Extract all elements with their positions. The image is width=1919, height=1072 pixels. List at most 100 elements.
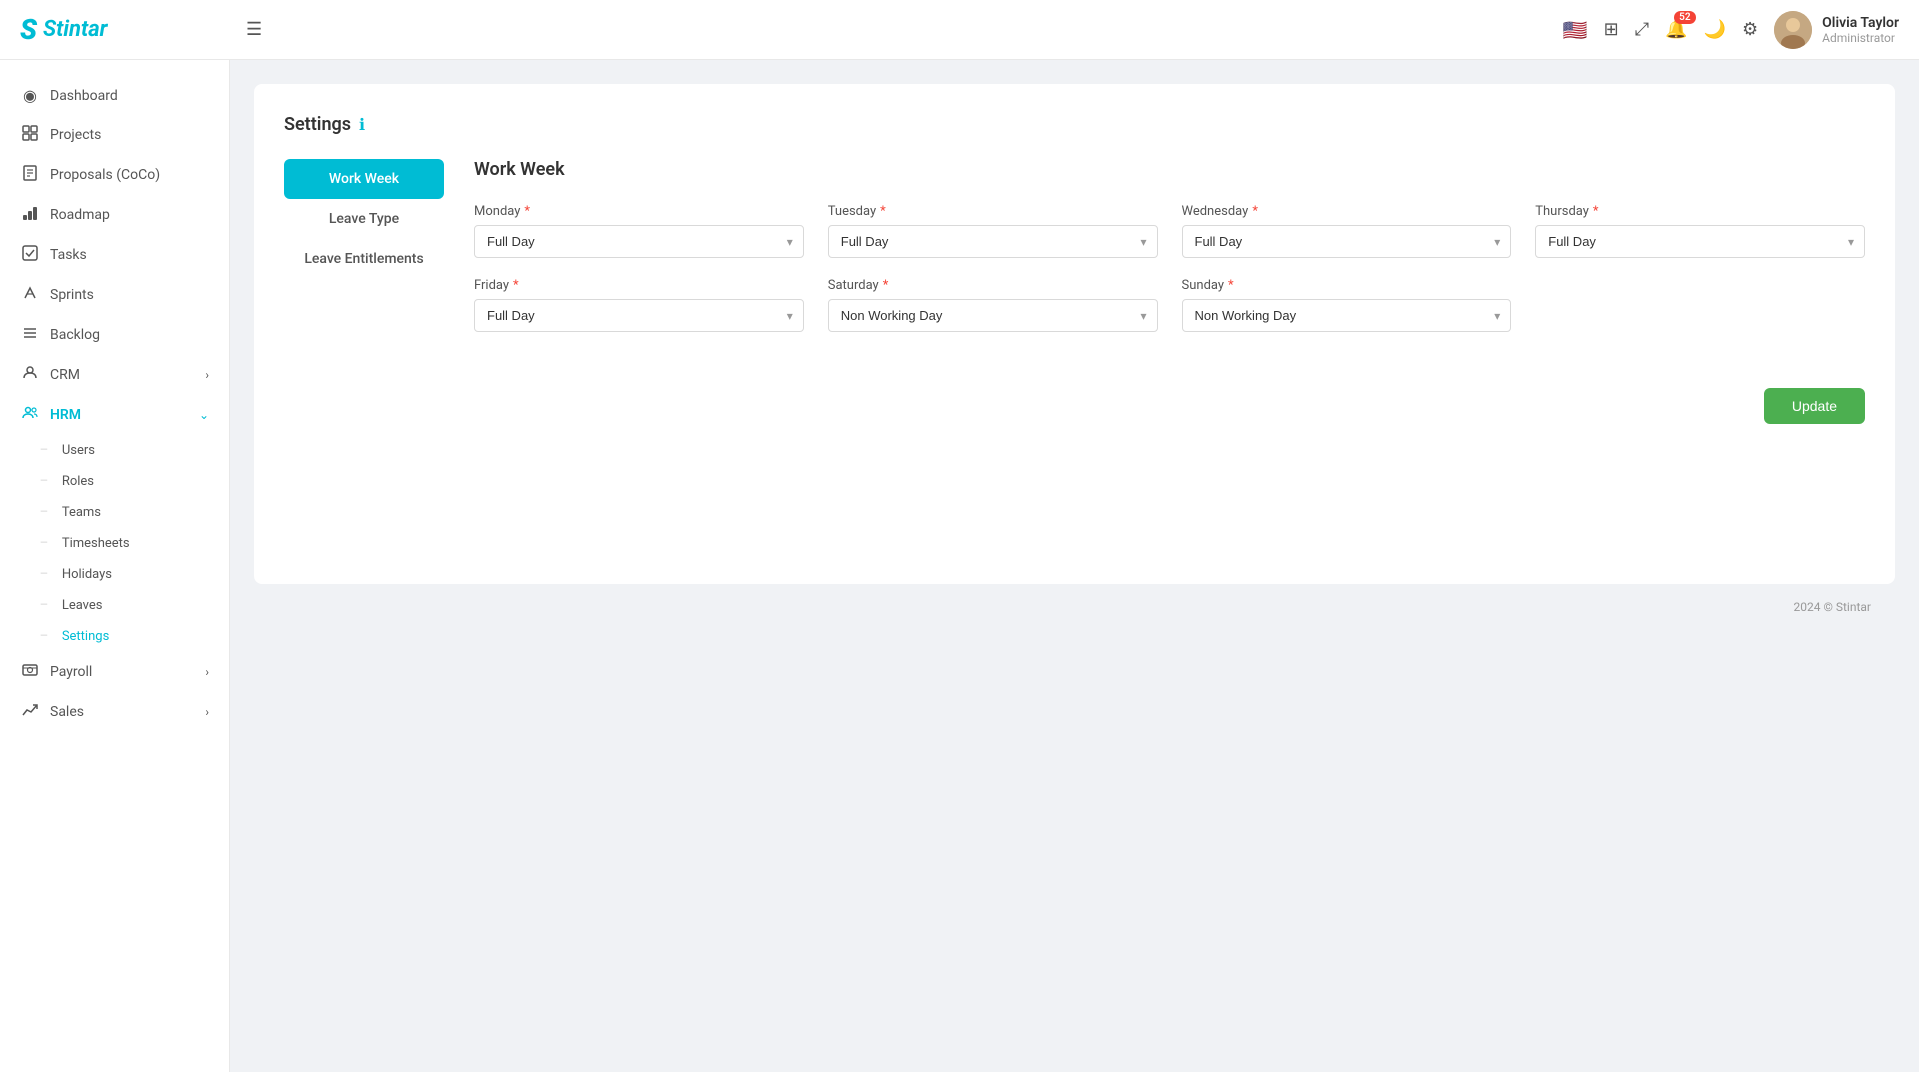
apps-icon[interactable]: ⊞	[1604, 19, 1619, 40]
header-left: S Stintar ☰	[20, 13, 262, 46]
sidebar-item-payroll[interactable]: Payroll ›	[0, 652, 229, 692]
required-sunday: *	[1228, 278, 1234, 293]
sidebar-item-roles[interactable]: Roles	[0, 466, 229, 497]
sidebar-item-backlog[interactable]: Backlog	[0, 315, 229, 355]
tasks-icon	[20, 245, 40, 265]
main-content: Settings ℹ Work Week Leave Type Leave En…	[230, 60, 1919, 1072]
select-saturday[interactable]: Full Day Half Day Non Working Day	[829, 300, 1157, 331]
hrm-chevron: ⌄	[199, 408, 209, 422]
hamburger-button[interactable]: ☰	[246, 19, 262, 40]
tab-leave-type[interactable]: Leave Type	[284, 199, 444, 239]
form-group-tuesday: Tuesday * Full Day Half Day Non Working …	[828, 204, 1158, 258]
settings-header: Settings ℹ	[284, 114, 1865, 135]
sidebar-label-settings: Settings	[62, 629, 109, 644]
roadmap-icon	[20, 205, 40, 225]
sidebar-item-hrm[interactable]: HRM ⌄	[0, 395, 229, 435]
sprints-icon	[20, 285, 40, 305]
settings-icon[interactable]: ⚙	[1742, 19, 1758, 40]
projects-icon	[20, 125, 40, 145]
hrm-icon	[20, 405, 40, 425]
notification-badge: 52	[1674, 11, 1695, 24]
settings-content: Work Week Monday * Full Day Half	[474, 159, 1865, 424]
crm-chevron: ›	[205, 368, 209, 382]
sidebar-label-dashboard: Dashboard	[50, 88, 118, 104]
required-thursday: *	[1593, 204, 1599, 219]
sidebar-label-holidays: Holidays	[62, 567, 112, 582]
expand-icon[interactable]: ⤢	[1635, 19, 1649, 40]
sidebar-label-crm: CRM	[50, 367, 80, 383]
sidebar-label-roles: Roles	[62, 474, 94, 489]
sidebar-label-tasks: Tasks	[50, 247, 87, 263]
sidebar: ◉ Dashboard Projects Proposals (CoCo) Ro…	[0, 60, 230, 1072]
tab-leave-entitlements[interactable]: Leave Entitlements	[284, 239, 444, 279]
required-tuesday: *	[880, 204, 886, 219]
backlog-icon	[20, 325, 40, 345]
sidebar-label-teams: Teams	[62, 505, 101, 520]
theme-icon[interactable]: 🌙	[1704, 19, 1726, 40]
select-wrapper-sunday: Full Day Half Day Non Working Day ▾	[1182, 299, 1512, 332]
required-saturday: *	[883, 278, 889, 293]
flag-icon[interactable]: 🇺🇸	[1563, 18, 1588, 42]
notification-icon[interactable]: 🔔 52	[1665, 19, 1687, 40]
sidebar-item-timesheets[interactable]: Timesheets	[0, 528, 229, 559]
select-wrapper-monday: Full Day Half Day Non Working Day ▾	[474, 225, 804, 258]
work-week-grid: Monday * Full Day Half Day Non Working D…	[474, 204, 1865, 332]
user-profile[interactable]: Olivia Taylor Administrator	[1774, 11, 1899, 49]
select-wrapper-tuesday: Full Day Half Day Non Working Day ▾	[828, 225, 1158, 258]
sidebar-item-teams[interactable]: Teams	[0, 497, 229, 528]
select-sunday[interactable]: Full Day Half Day Non Working Day	[1183, 300, 1511, 331]
form-group-monday: Monday * Full Day Half Day Non Working D…	[474, 204, 804, 258]
select-monday[interactable]: Full Day Half Day Non Working Day	[475, 226, 803, 257]
footer: 2024 © Stintar	[254, 584, 1895, 630]
select-thursday[interactable]: Full Day Half Day Non Working Day	[1536, 226, 1864, 257]
avatar	[1774, 11, 1812, 49]
form-group-thursday: Thursday * Full Day Half Day Non Working…	[1535, 204, 1865, 258]
sidebar-item-settings[interactable]: Settings	[0, 621, 229, 652]
select-wrapper-wednesday: Full Day Half Day Non Working Day ▾	[1182, 225, 1512, 258]
sidebar-label-backlog: Backlog	[50, 327, 100, 343]
sidebar-item-sales[interactable]: Sales ›	[0, 692, 229, 732]
user-name: Olivia Taylor	[1822, 15, 1899, 31]
settings-card: Settings ℹ Work Week Leave Type Leave En…	[254, 84, 1895, 584]
sidebar-item-projects[interactable]: Projects	[0, 115, 229, 155]
logo-icon: S	[20, 13, 37, 46]
sidebar-item-tasks[interactable]: Tasks	[0, 235, 229, 275]
sidebar-item-proposals[interactable]: Proposals (CoCo)	[0, 155, 229, 195]
crm-icon	[20, 365, 40, 385]
form-group-friday: Friday * Full Day Half Day Non Working D…	[474, 278, 804, 332]
sidebar-item-holidays[interactable]: Holidays	[0, 559, 229, 590]
settings-page-title: Settings	[284, 114, 351, 135]
sidebar-label-leaves: Leaves	[62, 598, 103, 613]
sales-chevron: ›	[205, 705, 209, 719]
footer-text: 2024 © Stintar	[1794, 600, 1871, 614]
select-friday[interactable]: Full Day Half Day Non Working Day	[475, 300, 803, 331]
header-right: 🇺🇸 ⊞ ⤢ 🔔 52 🌙 ⚙ Olivia Taylor Administra…	[1563, 11, 1899, 49]
label-friday: Friday *	[474, 278, 804, 293]
label-sunday: Sunday *	[1182, 278, 1512, 293]
payroll-chevron: ›	[205, 665, 209, 679]
sidebar-label-sprints: Sprints	[50, 287, 94, 303]
settings-tabs: Work Week Leave Type Leave Entitlements	[284, 159, 444, 424]
sidebar-item-crm[interactable]: CRM ›	[0, 355, 229, 395]
layout: ◉ Dashboard Projects Proposals (CoCo) Ro…	[0, 0, 1919, 1072]
select-wednesday[interactable]: Full Day Half Day Non Working Day	[1183, 226, 1511, 257]
sidebar-item-roadmap[interactable]: Roadmap	[0, 195, 229, 235]
sidebar-item-users[interactable]: Users	[0, 435, 229, 466]
label-monday: Monday *	[474, 204, 804, 219]
settings-info-icon[interactable]: ℹ	[359, 115, 365, 134]
sidebar-label-projects: Projects	[50, 127, 101, 143]
sidebar-label-users: Users	[62, 443, 95, 458]
sidebar-label-sales: Sales	[50, 704, 84, 720]
work-week-title: Work Week	[474, 159, 1865, 180]
sidebar-item-dashboard[interactable]: ◉ Dashboard	[0, 76, 229, 115]
tab-work-week[interactable]: Work Week	[284, 159, 444, 199]
sidebar-label-proposals: Proposals (CoCo)	[50, 167, 160, 183]
sidebar-item-sprints[interactable]: Sprints	[0, 275, 229, 315]
sidebar-item-leaves[interactable]: Leaves	[0, 590, 229, 621]
select-tuesday[interactable]: Full Day Half Day Non Working Day	[829, 226, 1157, 257]
update-button[interactable]: Update	[1764, 388, 1865, 424]
logo: S Stintar	[20, 13, 220, 46]
label-wednesday: Wednesday *	[1182, 204, 1512, 219]
dashboard-icon: ◉	[20, 86, 40, 105]
required-wednesday: *	[1252, 204, 1258, 219]
